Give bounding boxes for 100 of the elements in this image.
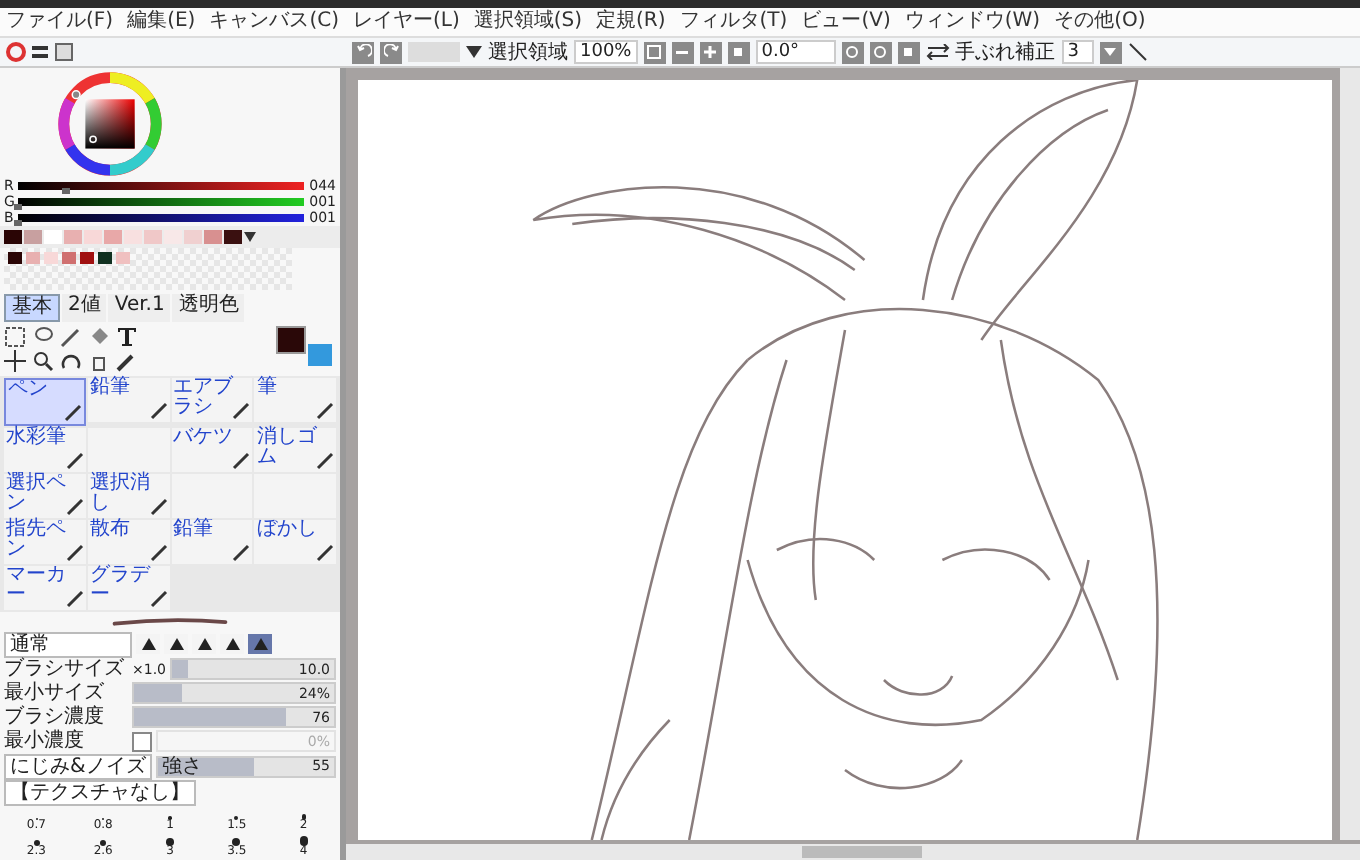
- color-swatch[interactable]: [184, 229, 202, 244]
- slider-thumb[interactable]: [14, 203, 23, 210]
- tool-item[interactable]: 消しゴム: [254, 427, 336, 472]
- color-swatch[interactable]: [44, 229, 62, 244]
- plus-icon: [702, 44, 719, 60]
- setting-label: 最小サイズ: [4, 682, 106, 704]
- tool-item[interactable]: ぼかし: [254, 519, 336, 564]
- palette-icon[interactable]: [54, 42, 74, 62]
- color-slider[interactable]: [17, 213, 304, 222]
- tool-tab[interactable]: 透明色: [172, 293, 245, 322]
- dropdown-arrow-icon[interactable]: [244, 231, 256, 242]
- menu-item[interactable]: ビュー(V): [801, 10, 891, 34]
- tool-item[interactable]: グラデー: [87, 565, 169, 610]
- rotate-left-button[interactable]: [841, 41, 864, 63]
- color-swatch[interactable]: [124, 229, 142, 244]
- tool-item[interactable]: バケツ: [171, 427, 253, 472]
- tool-item[interactable]: エアブラシ: [171, 377, 253, 422]
- brush-icon: [232, 451, 251, 470]
- rotate-right-button[interactable]: [869, 41, 892, 63]
- color-swatch[interactable]: [116, 251, 130, 264]
- brush-icon: [149, 497, 167, 516]
- color-swatch[interactable]: [80, 251, 94, 264]
- menu-item[interactable]: 定規(R): [596, 10, 666, 34]
- slider-thumb[interactable]: [62, 187, 71, 194]
- tool-item[interactable]: 水彩筆: [4, 427, 86, 472]
- brush-icon: [63, 403, 82, 422]
- menu-item[interactable]: フィルタ(T): [679, 10, 788, 34]
- tool-tab[interactable]: Ver.1: [108, 293, 171, 322]
- menu-item[interactable]: キャンバス(C): [209, 10, 339, 34]
- tool-item[interactable]: 筆: [254, 377, 336, 422]
- color-swatch[interactable]: [204, 229, 222, 244]
- color-slider[interactable]: [18, 197, 304, 206]
- blank-field[interactable]: [408, 42, 460, 62]
- caret-icon: [1102, 44, 1119, 60]
- color-swatch[interactable]: [224, 229, 242, 244]
- stabilizer-field[interactable]: 3: [1061, 40, 1094, 64]
- rotate-reset-button[interactable]: [897, 41, 920, 63]
- undo-button[interactable]: [352, 41, 374, 63]
- brush-icon: [149, 543, 167, 562]
- slider-thumb[interactable]: [13, 219, 22, 226]
- tool-item[interactable]: 選択消し: [87, 473, 169, 518]
- zoom-field[interactable]: 100%: [574, 40, 638, 64]
- menu-item[interactable]: 選択領域(S): [473, 10, 583, 34]
- tool-item[interactable]: ペン: [4, 377, 86, 426]
- tool-item[interactable]: 鉛筆: [171, 519, 253, 564]
- tool-item[interactable]: マーカー: [4, 565, 86, 610]
- color-swatch[interactable]: [98, 251, 112, 264]
- menu-item[interactable]: ウィンドウ(W): [904, 10, 1041, 34]
- menu-item[interactable]: ファイル(F): [6, 10, 114, 34]
- dropdown-arrow-icon[interactable]: [466, 46, 482, 58]
- color-slider[interactable]: [17, 181, 304, 190]
- tool-tab[interactable]: 2値: [62, 293, 107, 322]
- scroll-thumb[interactable]: [802, 846, 923, 858]
- color-swatch[interactable]: [26, 251, 40, 264]
- color-swatch[interactable]: [64, 229, 82, 244]
- color-wheel-icon[interactable]: [6, 42, 26, 62]
- zoom-in-button[interactable]: [699, 41, 722, 63]
- secondary-color[interactable]: [308, 344, 332, 367]
- scratch-pad[interactable]: [4, 247, 292, 290]
- color-swatch[interactable]: [144, 229, 162, 244]
- magic-wand-icon[interactable]: [60, 325, 82, 348]
- color-swatch[interactable]: [4, 229, 22, 244]
- horizontal-scrollbar[interactable]: [346, 844, 1360, 860]
- texture-dropdown[interactable]: 【テクスチャなし】: [4, 779, 196, 805]
- sliders-icon[interactable]: [30, 42, 50, 62]
- menu-item[interactable]: レイヤー(L): [352, 10, 460, 34]
- tool-item[interactable]: 選択ペン: [4, 473, 86, 518]
- tool-item[interactable]: 指先ペン: [4, 519, 86, 564]
- pen-pressure-icon[interactable]: [1127, 42, 1148, 62]
- eyedropper-icon[interactable]: [116, 349, 138, 372]
- zoom-fit-button[interactable]: [643, 41, 666, 63]
- vertical-scrollbar[interactable]: [1340, 68, 1360, 840]
- tool-item[interactable]: 散布: [87, 519, 169, 564]
- zoom-reset-button[interactable]: [727, 41, 750, 63]
- color-swatch[interactable]: [62, 251, 76, 264]
- move-icon[interactable]: [4, 349, 26, 372]
- color-swatch[interactable]: [84, 229, 102, 244]
- color-swatch[interactable]: [164, 229, 182, 244]
- rectangle-select-icon[interactable]: [4, 325, 26, 348]
- color-swatch[interactable]: [24, 229, 42, 244]
- menu-item[interactable]: その他(O): [1054, 10, 1146, 34]
- menu-item[interactable]: 編集(E): [127, 10, 196, 34]
- noise-dropdown[interactable]: にじみ&ノイズ: [4, 753, 152, 779]
- color-swatch[interactable]: [8, 251, 22, 264]
- tool-item[interactable]: 鉛筆: [87, 377, 169, 422]
- rotate-icon[interactable]: [60, 349, 82, 372]
- color-swatch[interactable]: [44, 251, 58, 264]
- color-swatch[interactable]: [104, 229, 122, 244]
- blend-mode-dropdown[interactable]: 通常: [4, 631, 132, 657]
- flip-icon[interactable]: [925, 44, 950, 60]
- zoom-out-button[interactable]: [671, 41, 694, 63]
- angle-field[interactable]: 0.0°: [755, 40, 836, 64]
- zoom-icon[interactable]: [32, 349, 54, 372]
- tool-tab[interactable]: 基本: [4, 293, 60, 322]
- primary-color[interactable]: [276, 326, 306, 355]
- redo-button[interactable]: [380, 41, 402, 63]
- text-tool-icon[interactable]: [116, 325, 138, 348]
- square-icon: [900, 44, 917, 60]
- brush-icon: [316, 451, 334, 470]
- selection-label: 選択領域: [488, 39, 568, 66]
